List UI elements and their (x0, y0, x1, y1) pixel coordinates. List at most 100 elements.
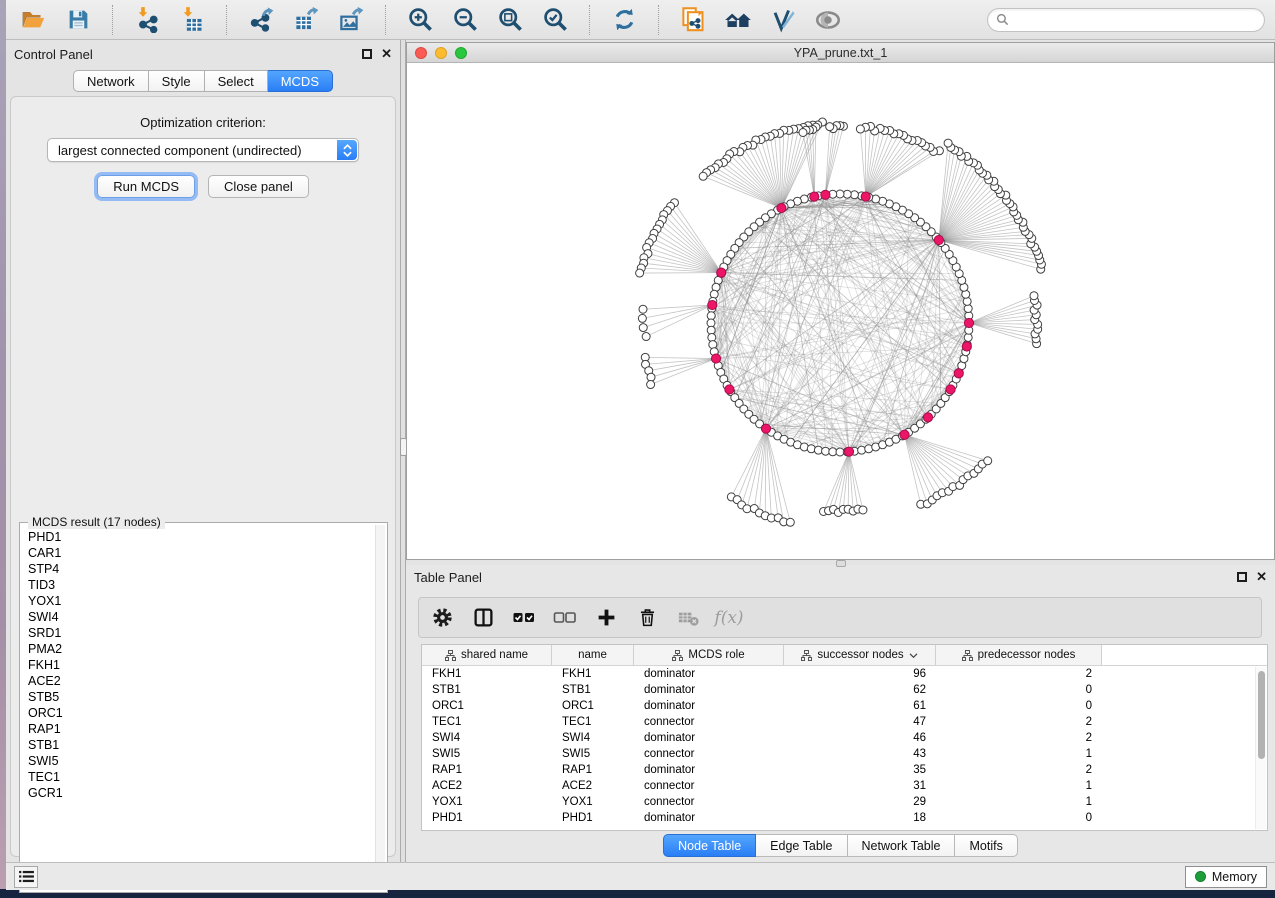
cell-shared-name[interactable]: STB1 (422, 684, 552, 696)
cell-name[interactable]: YOX1 (552, 796, 634, 808)
mcds-result-item[interactable]: STB1 (28, 737, 374, 753)
table-row[interactable]: ACE2ACE2connector311 (422, 778, 1267, 794)
apply-layout-icon[interactable] (609, 5, 639, 35)
select-all-icon[interactable] (512, 606, 536, 630)
network-window-titlebar[interactable]: YPA_prune.txt_1 (407, 43, 1274, 63)
cell-name[interactable]: PHD1 (552, 812, 634, 824)
network-node[interactable] (699, 172, 707, 180)
float-panel-icon[interactable] (362, 49, 372, 59)
cell-predecessor-nodes[interactable]: 1 (936, 780, 1102, 792)
node-table[interactable]: shared namenameMCDS rolesuccessor nodesp… (421, 644, 1268, 831)
mcds-result-item[interactable]: STB5 (28, 689, 374, 705)
network-node[interactable] (709, 341, 717, 349)
tab-node-table[interactable]: Node Table (663, 834, 756, 857)
cell-MCDS-role[interactable]: connector (634, 716, 784, 728)
cell-name[interactable]: RAP1 (552, 764, 634, 776)
tab-motifs[interactable]: Motifs (955, 834, 1017, 857)
cell-MCDS-role[interactable]: connector (634, 780, 784, 792)
cell-predecessor-nodes[interactable]: 0 (936, 684, 1102, 696)
cell-shared-name[interactable]: ACE2 (422, 780, 552, 792)
cell-name[interactable]: ORC1 (552, 700, 634, 712)
show-all-networks-icon[interactable] (723, 5, 753, 35)
close-panel-icon[interactable]: ✕ (381, 49, 392, 59)
close-panel-button[interactable]: Close panel (208, 175, 309, 198)
network-node[interactable] (859, 506, 867, 514)
deselect-all-icon[interactable] (553, 606, 577, 630)
mcds-node[interactable] (725, 385, 734, 394)
zoom-in-icon[interactable] (405, 5, 435, 35)
mcds-node[interactable] (777, 203, 786, 212)
cell-predecessor-nodes[interactable]: 2 (936, 732, 1102, 744)
mcds-result-item[interactable]: FKH1 (28, 657, 374, 673)
mcds-result-item[interactable]: STP4 (28, 561, 374, 577)
cell-shared-name[interactable]: SWI5 (422, 748, 552, 760)
node-table-header[interactable]: shared namenameMCDS rolesuccessor nodesp… (422, 645, 1267, 666)
cell-MCDS-role[interactable]: connector (634, 796, 784, 808)
cell-shared-name[interactable]: PHD1 (422, 812, 552, 824)
import-table-icon[interactable] (177, 5, 207, 35)
mcds-result-scrollbar[interactable] (375, 525, 385, 890)
cell-successor-nodes[interactable]: 29 (784, 796, 936, 808)
network-node[interactable] (638, 314, 646, 322)
cell-MCDS-role[interactable]: dominator (634, 812, 784, 824)
show-style-icon[interactable] (768, 5, 798, 35)
export-network-icon[interactable] (246, 5, 276, 35)
table-row[interactable]: TEC1TEC1connector472 (422, 714, 1267, 730)
mcds-result-item[interactable]: PMA2 (28, 641, 374, 657)
network-node[interactable] (1030, 292, 1038, 300)
cell-shared-name[interactable]: TEC1 (422, 716, 552, 728)
cell-successor-nodes[interactable]: 43 (784, 748, 936, 760)
cell-successor-nodes[interactable]: 31 (784, 780, 936, 792)
table-row[interactable]: SWI4SWI4dominator462 (422, 730, 1267, 746)
mcds-node[interactable] (708, 300, 717, 309)
cell-shared-name[interactable]: RAP1 (422, 764, 552, 776)
network-node[interactable] (807, 445, 815, 453)
cell-shared-name[interactable]: SWI4 (422, 732, 552, 744)
mcds-result-list[interactable]: PHD1CAR1STP4TID3YOX1SWI4SRD1PMA2FKH1ACE2… (22, 525, 374, 890)
column-header-predecessor-nodes[interactable]: predecessor nodes (936, 645, 1102, 665)
cell-successor-nodes[interactable]: 46 (784, 732, 936, 744)
cell-predecessor-nodes[interactable]: 0 (936, 700, 1102, 712)
mcds-node[interactable] (954, 369, 963, 378)
mcds-node[interactable] (821, 190, 830, 199)
cell-MCDS-role[interactable]: connector (634, 748, 784, 760)
table-scrollbar[interactable] (1255, 667, 1266, 829)
mcds-node[interactable] (962, 342, 971, 351)
mcds-result-item[interactable]: TID3 (28, 577, 374, 593)
mcds-result-item[interactable]: TEC1 (28, 769, 374, 785)
cell-successor-nodes[interactable]: 96 (784, 668, 936, 680)
cell-MCDS-role[interactable]: dominator (634, 684, 784, 696)
cell-predecessor-nodes[interactable]: 2 (936, 668, 1102, 680)
network-node[interactable] (639, 305, 647, 313)
mcds-result-item[interactable]: PHD1 (28, 529, 374, 545)
network-node[interactable] (636, 269, 644, 277)
network-node[interactable] (786, 518, 794, 526)
tab-style[interactable]: Style (149, 70, 205, 92)
mcds-node[interactable] (711, 354, 720, 363)
export-table-icon[interactable] (291, 5, 321, 35)
column-header-successor-nodes[interactable]: successor nodes (784, 645, 936, 665)
cell-successor-nodes[interactable]: 18 (784, 812, 936, 824)
cell-name[interactable]: SWI5 (552, 748, 634, 760)
table-row[interactable]: PHD1PHD1dominator180 (422, 810, 1267, 826)
table-row[interactable]: ORC1ORC1dominator610 (422, 698, 1267, 714)
table-settings-icon[interactable] (430, 606, 454, 630)
tab-network[interactable]: Network (73, 70, 149, 92)
zoom-out-icon[interactable] (450, 5, 480, 35)
close-table-panel-icon[interactable]: ✕ (1256, 572, 1267, 582)
network-node[interactable] (858, 446, 866, 454)
network-node[interactable] (647, 373, 655, 381)
mcds-node[interactable] (900, 430, 909, 439)
network-node[interactable] (647, 381, 655, 389)
cell-shared-name[interactable]: YOX1 (422, 796, 552, 808)
network-node[interactable] (710, 290, 718, 298)
mcds-node[interactable] (934, 235, 943, 244)
cell-name[interactable]: SWI4 (552, 732, 634, 744)
optimization-criterion-dropdown[interactable]: largest connected component (undirected) (47, 138, 359, 162)
network-node[interactable] (856, 125, 864, 133)
mcds-node[interactable] (844, 447, 853, 456)
cell-name[interactable]: ACE2 (552, 780, 634, 792)
network-node[interactable] (984, 457, 992, 465)
memory-button[interactable]: Memory (1185, 866, 1267, 888)
show-hide-icon[interactable] (813, 5, 843, 35)
